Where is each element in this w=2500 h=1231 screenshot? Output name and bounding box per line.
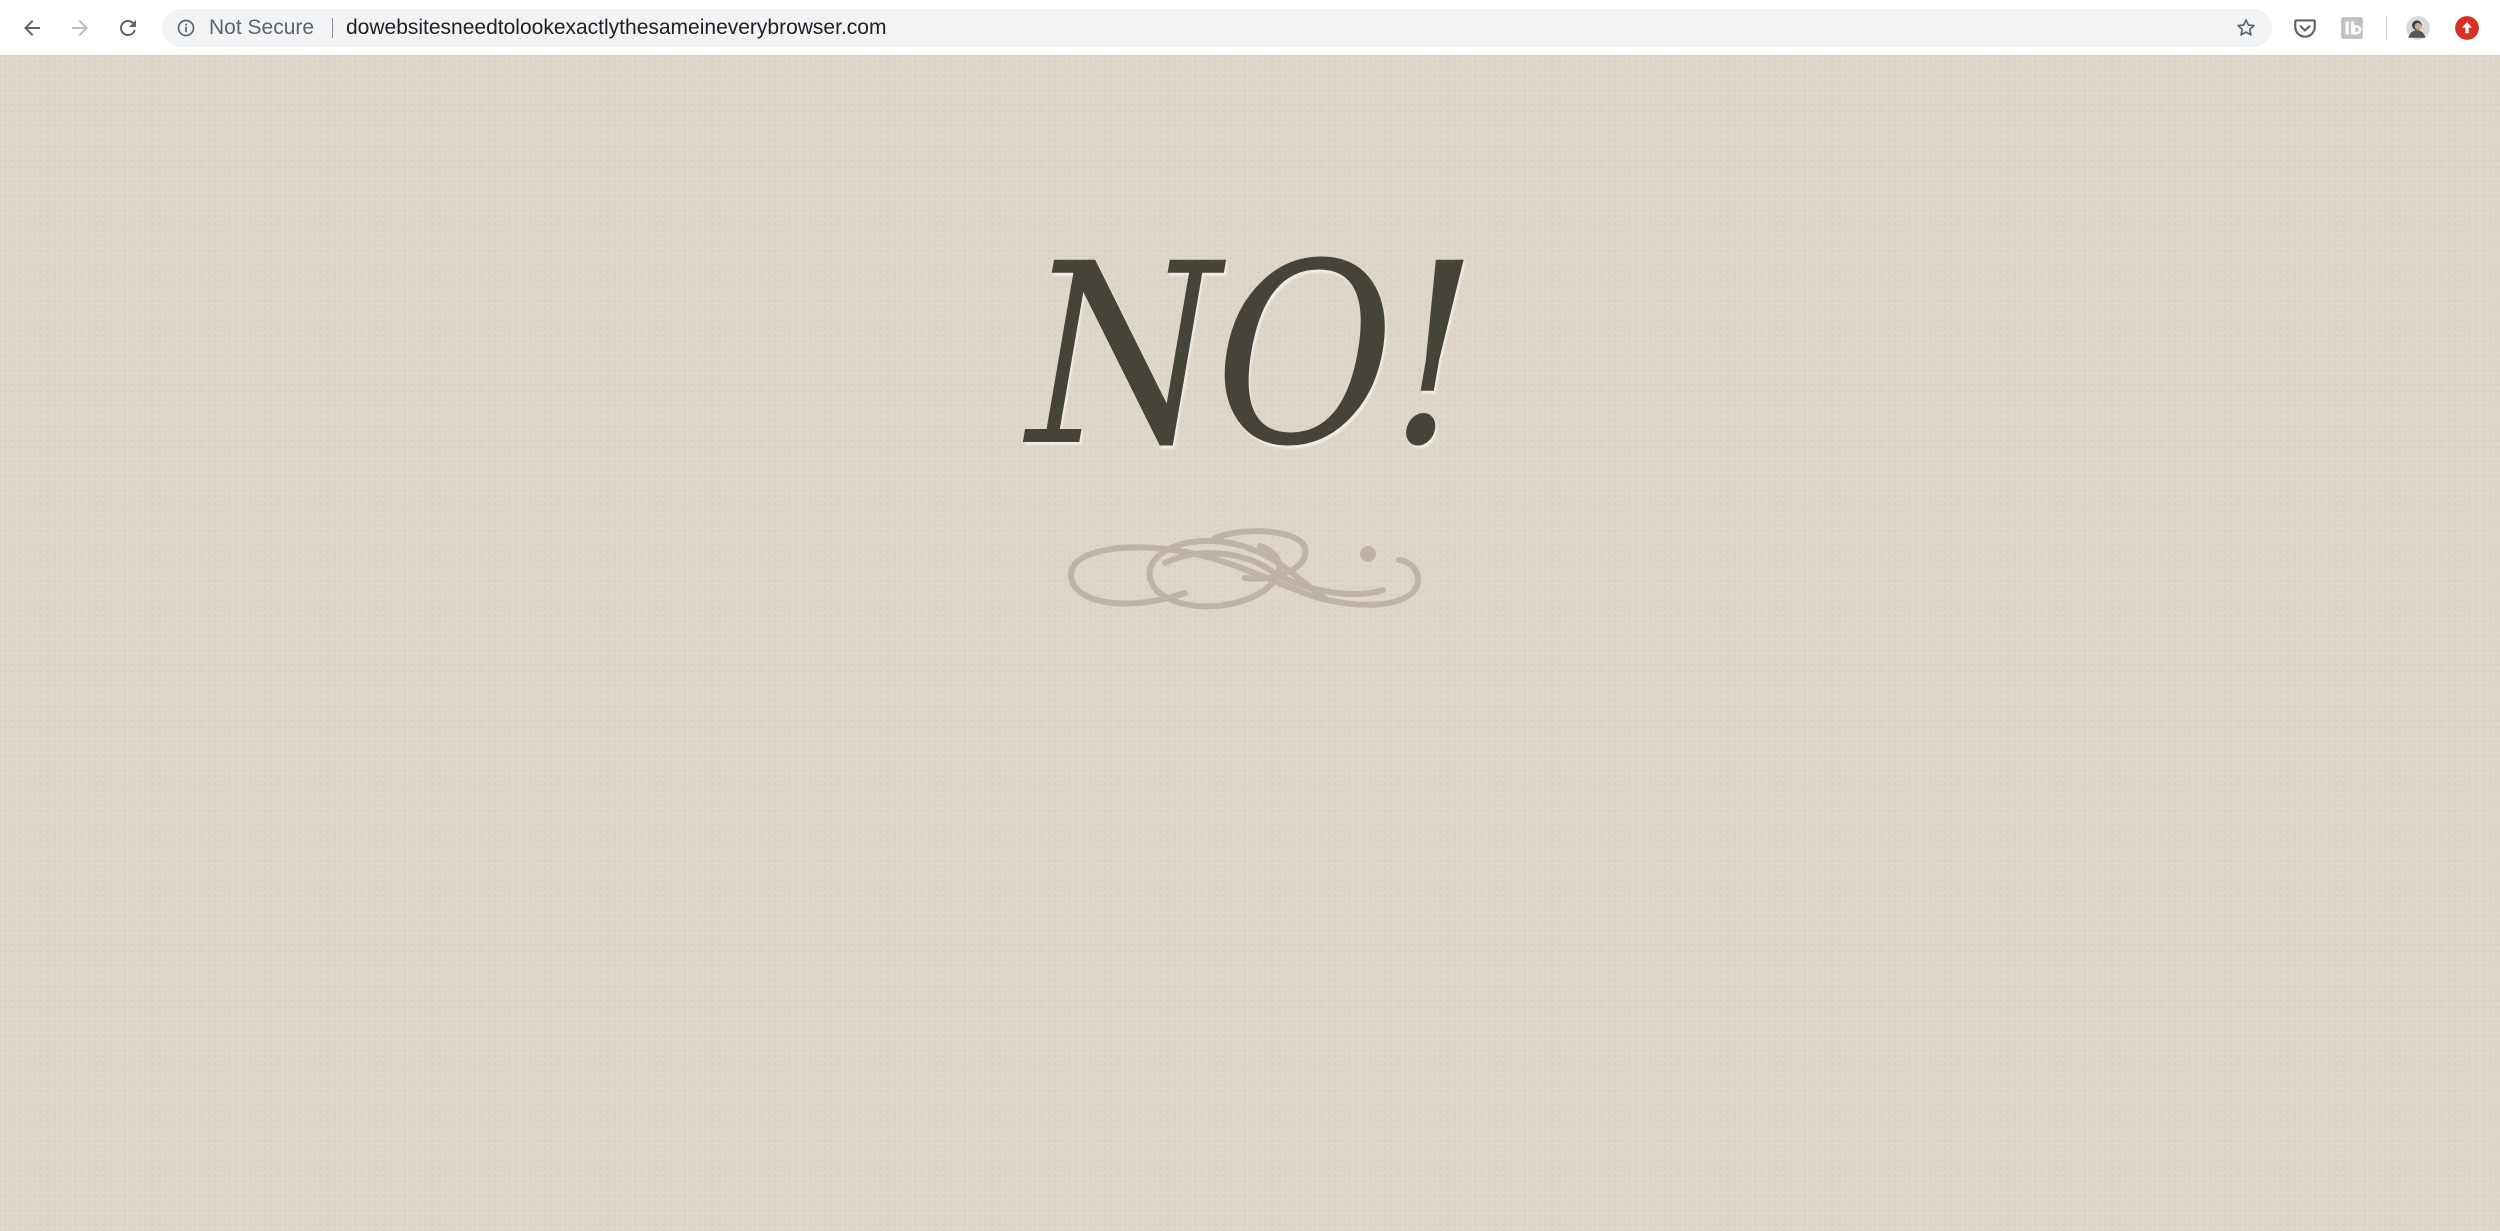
reload-icon (120, 20, 136, 36)
toolbar-divider (2386, 16, 2387, 40)
pocket-extension-button[interactable] (2290, 13, 2320, 43)
red-extension-button[interactable] (2452, 13, 2482, 43)
page-content: NO! (0, 56, 2500, 1231)
reload-button[interactable] (110, 10, 146, 46)
browser-toolbar: Not Secure dowebsitesneedtolookexactlyth… (0, 0, 2500, 56)
back-button[interactable] (14, 10, 50, 46)
url-text[interactable]: dowebsitesneedtolookexactlythesameinever… (346, 9, 886, 47)
star-icon (2237, 19, 2255, 36)
info-icon (177, 19, 195, 37)
arrow-right-icon (72, 20, 88, 36)
profile-avatar-button[interactable] (2403, 13, 2433, 43)
flourish-ornament (1068, 528, 1422, 610)
forward-button[interactable] (62, 10, 98, 46)
pocket-icon (2294, 19, 2316, 38)
bookmark-button[interactable] (2232, 14, 2260, 42)
security-label: Not Secure (209, 16, 315, 39)
arrow-left-icon (24, 20, 40, 36)
red-extension-icon (2455, 16, 2479, 40)
lb-extension-button[interactable] (2337, 13, 2367, 43)
security-indicator[interactable]: Not Secure (176, 9, 314, 47)
omnibox-divider (332, 18, 333, 38)
lb-extension-icon (2341, 17, 2363, 39)
headline: NO! (1027, 210, 1478, 501)
address-bar[interactable]: Not Secure dowebsitesneedtolookexactlyth… (162, 9, 2272, 47)
profile-avatar (2406, 16, 2430, 40)
